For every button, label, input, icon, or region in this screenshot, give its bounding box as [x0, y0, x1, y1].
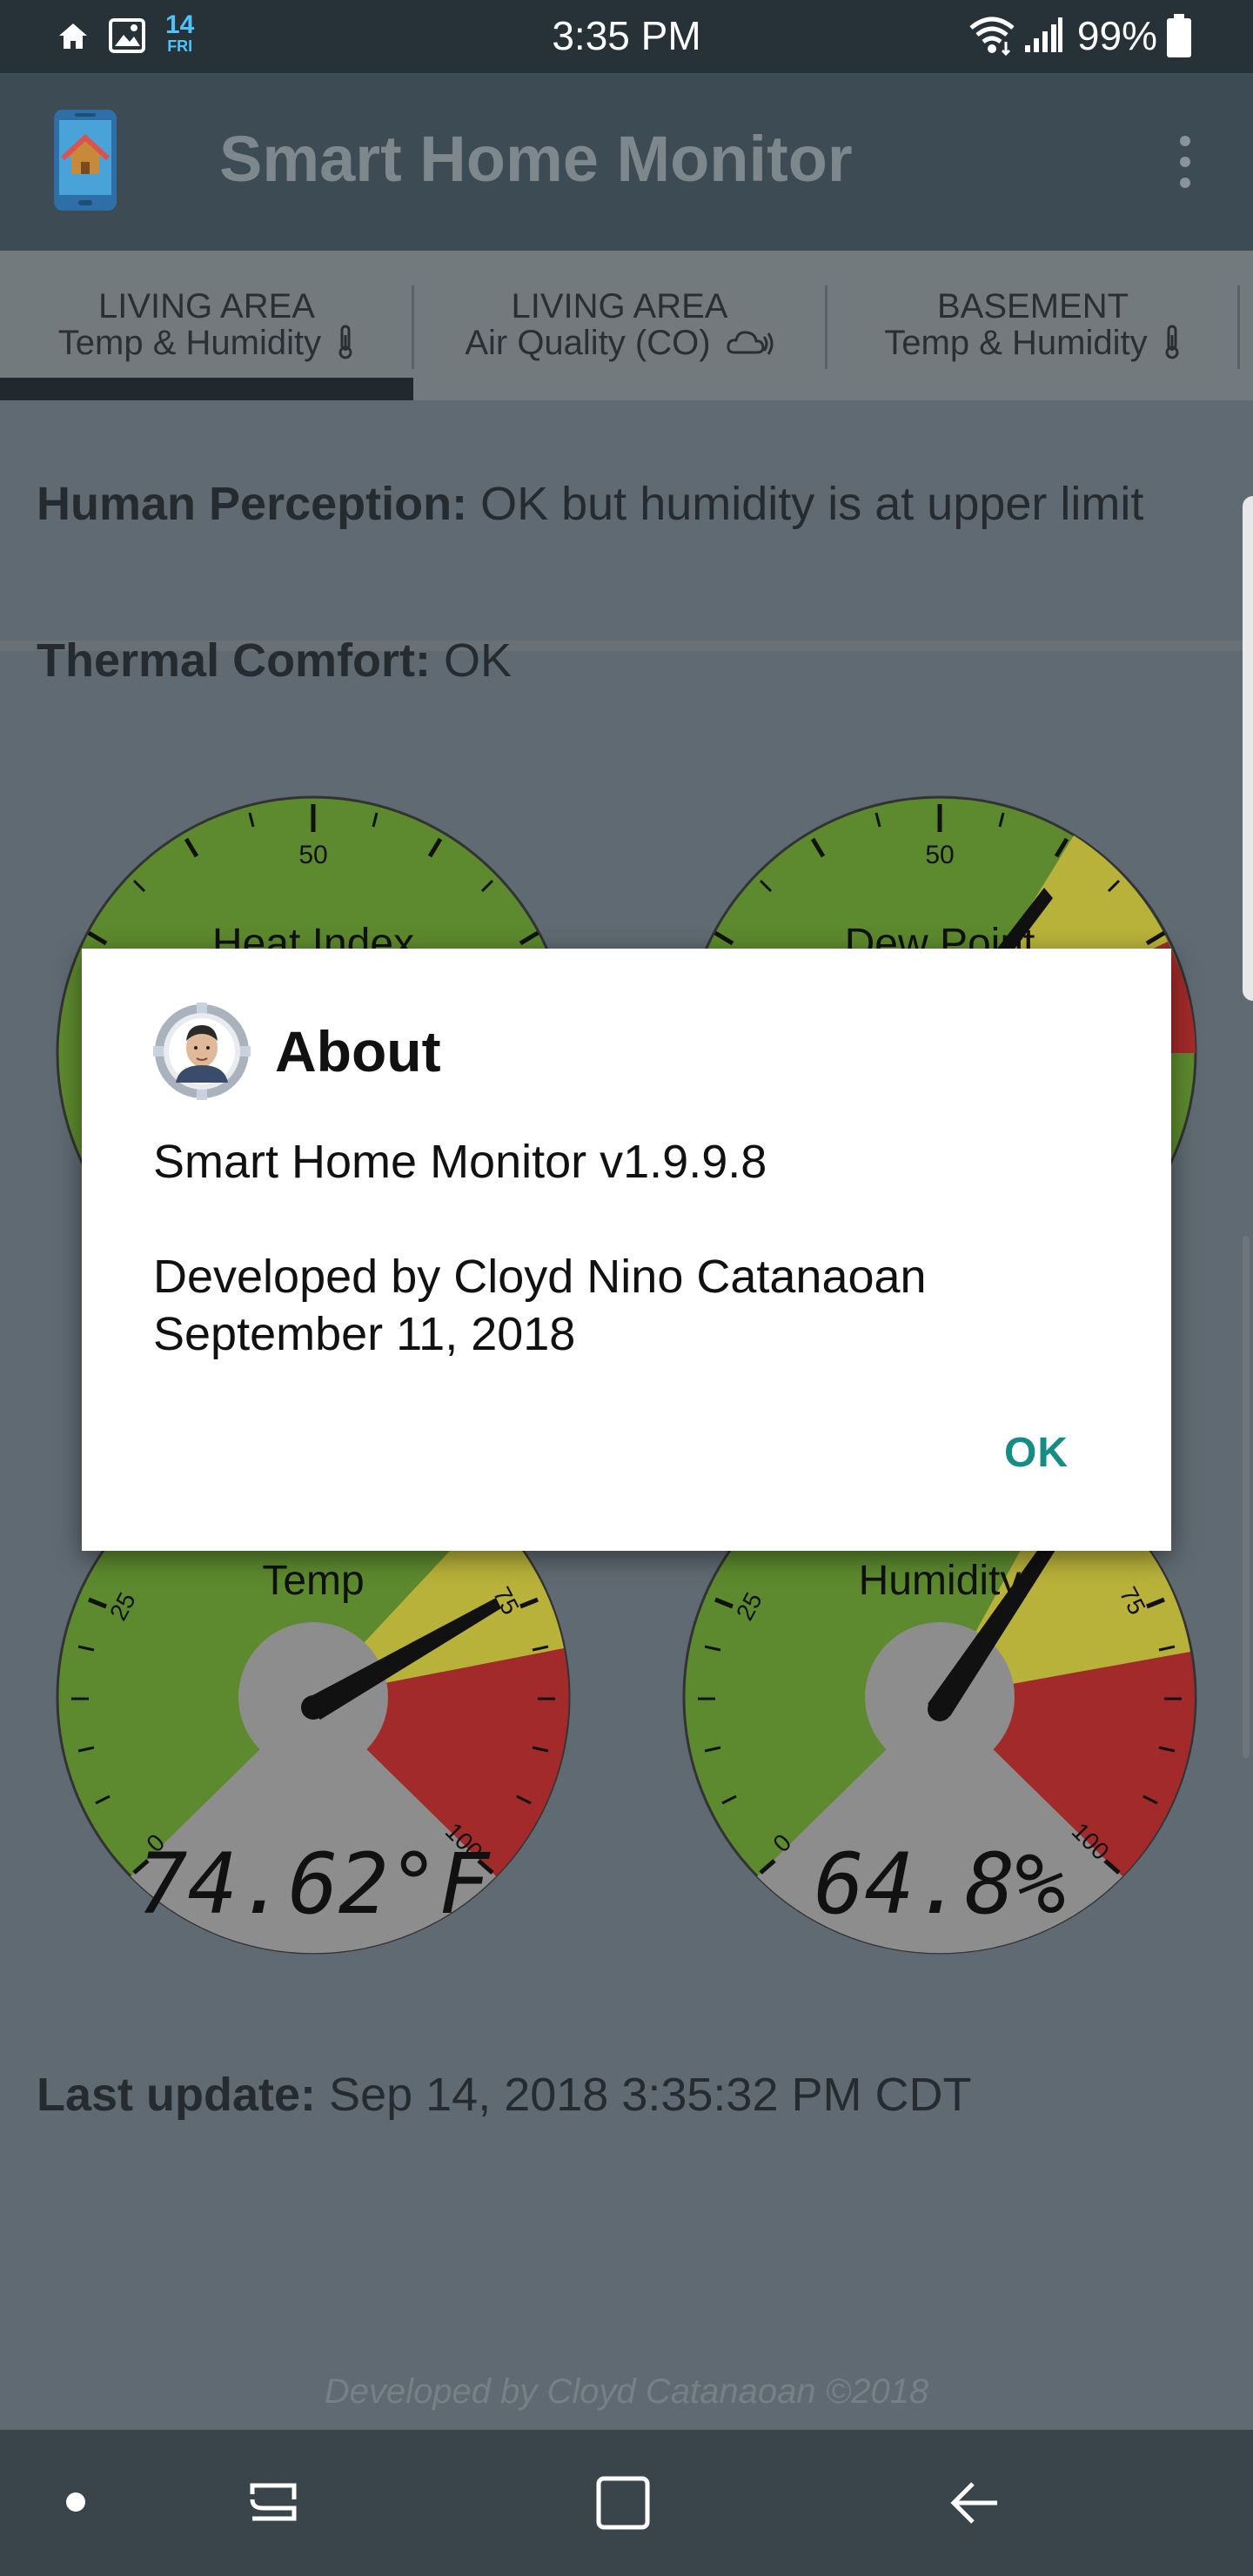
- release-date-text: September 11, 2018: [153, 1308, 576, 1360]
- about-dialog: About Smart Home Monitor v1.9.9.8 Develo…: [82, 949, 1171, 1551]
- developer-text: Developed by Cloyd Nino Catanaoan: [153, 1251, 927, 1303]
- developer-avatar-gear-icon: [153, 1003, 251, 1100]
- edge-panel-handle[interactable]: [1243, 496, 1253, 1001]
- ok-button[interactable]: OK: [1004, 1429, 1069, 1477]
- dialog-title: About: [275, 1019, 441, 1083]
- scrollbar[interactable]: [1243, 1236, 1250, 1758]
- version-text: Smart Home Monitor v1.9.9.8: [153, 1136, 767, 1188]
